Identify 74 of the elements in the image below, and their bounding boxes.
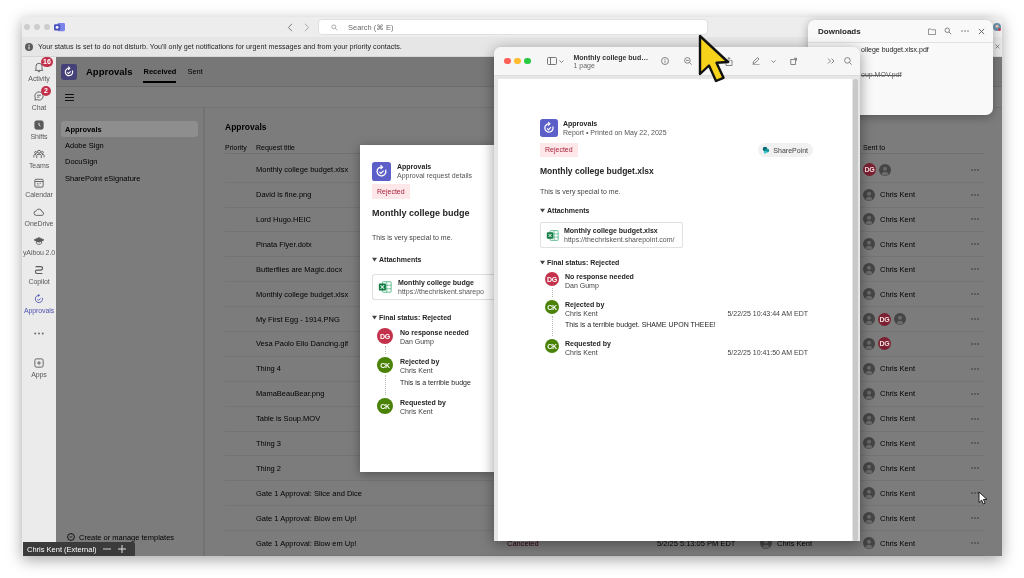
chevron-right-icon[interactable] xyxy=(304,22,310,32)
close-icon[interactable] xyxy=(995,44,1000,49)
app-logo-icon xyxy=(54,22,65,32)
spreadsheet-file-icon xyxy=(378,280,392,294)
rotate-icon[interactable] xyxy=(789,57,798,65)
person-avatar-icon xyxy=(863,263,875,276)
caret-down-icon[interactable] xyxy=(372,257,377,262)
info-icon xyxy=(25,42,33,51)
share-icon[interactable] xyxy=(724,56,733,66)
scrollbar[interactable] xyxy=(853,79,858,541)
zoom-out-icon[interactable] xyxy=(683,57,692,65)
spreadsheet-file-icon xyxy=(546,228,559,242)
person-avatar-icon xyxy=(863,313,875,326)
minus-circle-icon xyxy=(67,533,75,541)
search-icon[interactable] xyxy=(944,27,952,35)
pointer-cursor-icon xyxy=(697,34,731,84)
timeline-connector xyxy=(551,316,553,336)
calendar-icon xyxy=(33,177,45,189)
pointer-cursor-icon xyxy=(978,491,988,505)
person-avatar-icon xyxy=(863,213,875,226)
more-icon[interactable] xyxy=(971,492,979,495)
folder-icon[interactable] xyxy=(928,27,936,35)
circles-logo-icon xyxy=(762,146,771,154)
request-title: Monthly college budge xyxy=(372,207,470,219)
plus-icon[interactable] xyxy=(117,545,126,553)
person-avatar-icon xyxy=(894,313,906,326)
people-icon xyxy=(33,148,45,160)
approvals-app-icon xyxy=(540,119,558,137)
person-avatar-icon xyxy=(863,437,875,450)
info-icon[interactable] xyxy=(660,57,669,65)
person-avatar-icon xyxy=(863,387,875,400)
request-title: Monthly college budget.xlsx xyxy=(540,165,654,177)
list-title: Approvals xyxy=(225,121,267,134)
minus-icon[interactable] xyxy=(102,548,111,550)
timeline-connector xyxy=(551,288,553,297)
cloud-icon xyxy=(33,206,45,218)
panel-title: Downloads xyxy=(818,26,861,36)
timeline-connector xyxy=(384,346,386,354)
app-title: Approvals xyxy=(86,66,133,77)
timeline-connector xyxy=(384,375,386,395)
person-avatar-icon xyxy=(863,412,875,425)
double-chevron-icon[interactable] xyxy=(826,57,835,65)
profile-avatar-icon[interactable] xyxy=(993,23,1001,31)
sidebar-toggle-icon[interactable] xyxy=(546,57,557,65)
plus-square-icon xyxy=(33,357,45,369)
circular-arrow-icon xyxy=(33,293,45,305)
chevron-left-icon[interactable] xyxy=(287,22,293,32)
person-avatar-icon xyxy=(879,163,891,176)
search-icon[interactable] xyxy=(843,57,852,65)
pen-icon[interactable] xyxy=(751,57,760,65)
person-avatar-icon xyxy=(863,537,875,550)
search-icon xyxy=(331,23,338,31)
swirl-icon xyxy=(33,264,45,276)
graduation-cap-icon xyxy=(33,235,45,247)
more-icon[interactable] xyxy=(34,332,44,335)
person-avatar-icon xyxy=(863,188,875,201)
person-avatar-icon xyxy=(863,487,875,500)
approvals-app-icon xyxy=(372,162,391,181)
caret-down-icon[interactable] xyxy=(372,315,377,320)
person-avatar-icon xyxy=(863,337,875,350)
person-avatar-icon xyxy=(863,238,875,251)
zoom-window-icon[interactable] xyxy=(524,57,531,65)
bell-icon xyxy=(33,61,45,73)
close-window-icon[interactable] xyxy=(504,57,511,65)
person-avatar-icon xyxy=(863,512,875,525)
minimize-window-icon[interactable] xyxy=(514,57,521,65)
chat-bubble-icon xyxy=(33,90,45,102)
person-avatar-icon xyxy=(863,362,875,375)
menu-icon[interactable] xyxy=(65,93,74,101)
close-icon[interactable] xyxy=(978,27,985,35)
person-avatar-icon xyxy=(863,462,875,475)
approvals-app-icon xyxy=(61,63,77,80)
person-avatar-icon xyxy=(863,288,875,301)
clock-tile-icon xyxy=(33,119,45,131)
